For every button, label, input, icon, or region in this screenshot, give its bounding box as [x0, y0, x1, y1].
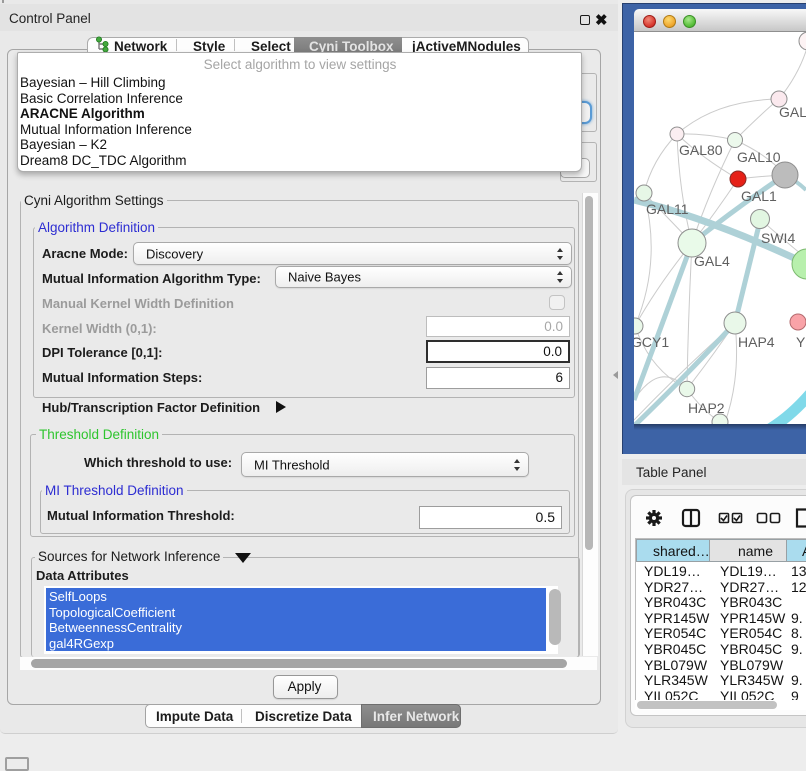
- svg-text:SWI4: SWI4: [761, 230, 795, 246]
- svg-text:Y: Y: [796, 334, 806, 350]
- svg-text:GAL11: GAL11: [646, 201, 689, 217]
- svg-text:HAP4: HAP4: [738, 334, 775, 350]
- svg-text:GCY1: GCY1: [634, 334, 669, 350]
- svg-text:GAL4: GAL4: [694, 253, 730, 269]
- svg-text:GAL1: GAL1: [741, 188, 777, 204]
- svg-text:GAL7: GAL7: [779, 104, 806, 120]
- svg-text:GAL80: GAL80: [679, 142, 723, 158]
- svg-text:GAL10: GAL10: [737, 149, 781, 165]
- svg-text:HAP2: HAP2: [688, 400, 725, 416]
